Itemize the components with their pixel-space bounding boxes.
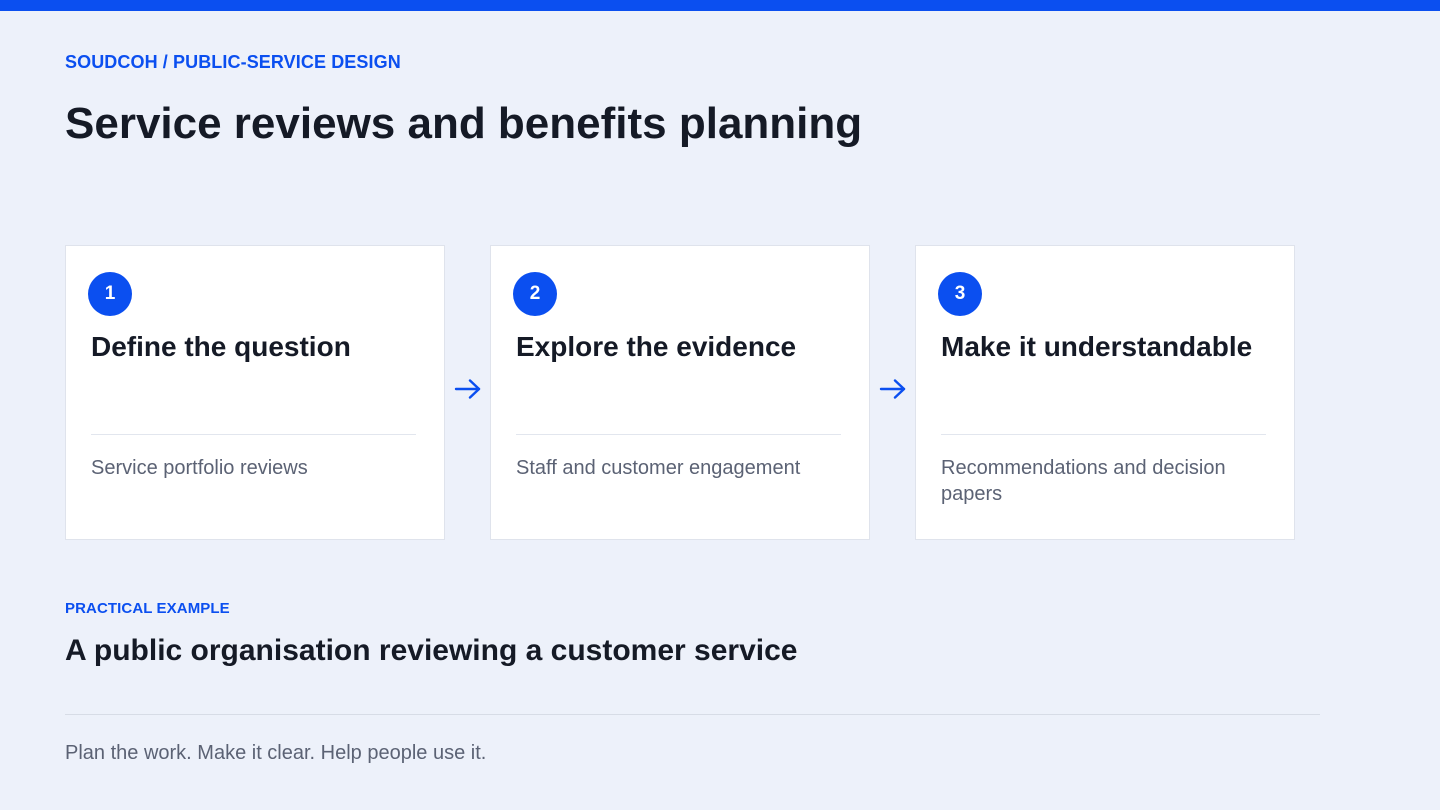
step-card-3: 3 Make it understandable Recommendations… (915, 245, 1295, 540)
tagline: Plan the work. Make it clear. Help peopl… (65, 742, 487, 764)
step-description: Service portfolio reviews (91, 457, 308, 479)
step-title: Explore the evidence (516, 331, 797, 362)
step-number-badge: 2 (513, 272, 557, 316)
process-steps: 1 Define the question Service portfolio … (65, 245, 1296, 540)
example-title: A public organisation reviewing a custom… (65, 634, 798, 667)
top-accent-bar (0, 0, 1440, 11)
step-card-1: 1 Define the question Service portfolio … (65, 245, 445, 540)
step-divider (516, 434, 841, 435)
arrow-right-icon (454, 379, 481, 399)
step-description: Recommendations and decision papers (941, 457, 1226, 505)
slide: SOUDCOH / PUBLIC-SERVICE DESIGN Service … (0, 0, 1440, 810)
page-title: Service reviews and benefits planning (65, 99, 863, 148)
step-divider (91, 434, 416, 435)
eyebrow-label: SOUDCOH / PUBLIC-SERVICE DESIGN (65, 52, 401, 72)
step-divider (941, 434, 1266, 435)
step-card-2: 2 Explore the evidence Staff and custome… (490, 245, 870, 540)
step-title: Define the question (91, 331, 351, 362)
step-title: Make it understandable (941, 331, 1253, 362)
footer-divider (65, 714, 1320, 715)
step-number-badge: 3 (938, 272, 982, 316)
arrow-right-icon (879, 379, 906, 399)
step-number-badge: 1 (88, 272, 132, 316)
example-label: PRACTICAL EXAMPLE (65, 600, 230, 617)
step-description: Staff and customer engagement (516, 457, 801, 479)
